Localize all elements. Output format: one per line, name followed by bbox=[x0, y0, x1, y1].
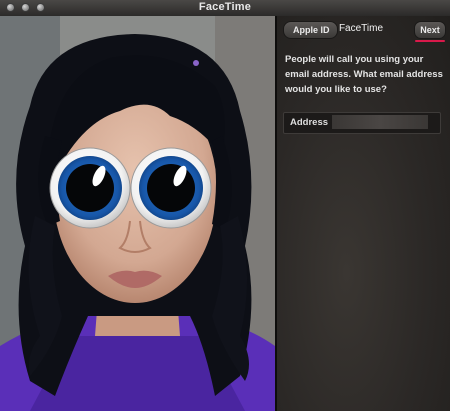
setup-panel: Apple ID FaceTime Next People will call … bbox=[277, 16, 450, 411]
panel-title: FaceTime bbox=[338, 23, 384, 34]
googly-eye-right bbox=[130, 147, 212, 229]
next-button-highlight bbox=[415, 40, 445, 42]
googly-eye-left bbox=[49, 147, 131, 229]
next-button[interactable]: Next bbox=[414, 21, 446, 39]
address-label: Address bbox=[290, 117, 329, 128]
address-field: Address bbox=[283, 112, 441, 134]
camera-preview-image bbox=[0, 16, 275, 411]
apple-id-back-button[interactable]: Apple ID bbox=[283, 21, 338, 39]
email-prompt-text: People will call you using your email ad… bbox=[285, 54, 443, 95]
window-title: FaceTime bbox=[198, 1, 252, 13]
title-bar[interactable]: FaceTime bbox=[0, 0, 450, 17]
address-input[interactable] bbox=[332, 115, 428, 129]
facetime-window: FaceTime Apple ID FaceTime Next People w… bbox=[0, 0, 450, 411]
camera-preview bbox=[0, 16, 275, 411]
